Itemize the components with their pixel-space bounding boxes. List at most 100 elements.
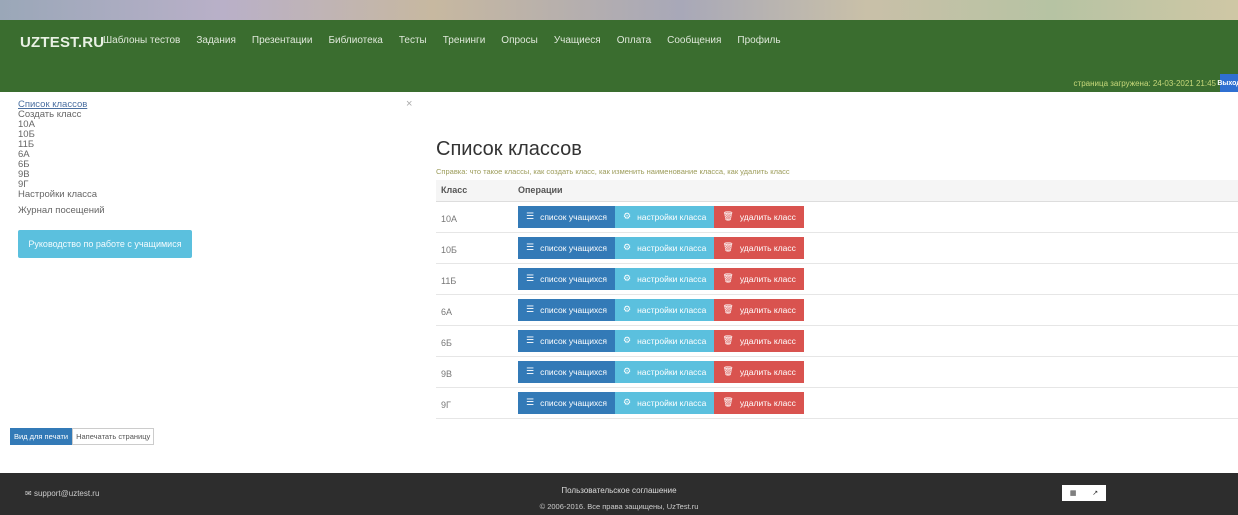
classes-table: Класс Операции 10А ☰ список учащихся ⚙ настр…	[436, 180, 1238, 419]
list-icon: ☰	[526, 366, 535, 376]
class-settings-button[interactable]: ⚙ настройки класса	[615, 236, 715, 259]
sidebar-item[interactable]: 10Б	[18, 130, 408, 140]
browser-bookmarks-strip	[0, 0, 1238, 20]
trash-icon: 🗑	[722, 304, 734, 314]
table-row: 6А ☰ список учащихся ⚙ настройки класса 🗑 удал…	[436, 294, 1238, 326]
class-settings-button[interactable]: ⚙ настройки класса	[615, 391, 715, 414]
nav-item[interactable]: Шаблоны тестов	[103, 35, 180, 46]
operations-cell: ☰ список учащихся ⚙ настройки класса 🗑 удалит…	[518, 356, 1238, 388]
class-name-cell: 10А	[436, 201, 518, 233]
sidebar-item[interactable]: 6А	[18, 150, 408, 160]
nav-item[interactable]: Оплата	[617, 35, 651, 46]
button-label: удалить класс	[739, 397, 796, 408]
nav-item[interactable]: Библиотека	[328, 35, 382, 46]
students-list-button[interactable]: ☰ список учащихся	[518, 360, 615, 383]
nav-item[interactable]: Профиль	[737, 35, 780, 46]
class-name-cell: 9В	[436, 356, 518, 388]
sidebar-item[interactable]: 10А	[18, 120, 408, 130]
nav-menu: Шаблоны тестов Задания Презентации Библиоте…	[103, 35, 797, 46]
page-loaded-time: страница загружена: 24-03-2021 21:45	[1073, 79, 1216, 88]
footer-copyright: © 2006-2016. Все права защищены, UzTest.…	[539, 502, 699, 511]
students-list-button[interactable]: ☰ список учащихся	[518, 236, 615, 259]
trash-icon: 🗑	[722, 273, 734, 283]
print-view-button[interactable]: Вид для печати	[10, 428, 73, 445]
class-settings-button[interactable]: ⚙ настройки класса	[615, 298, 715, 321]
list-icon: ☰	[526, 273, 535, 283]
delete-class-button[interactable]: 🗑 удалить класс	[714, 360, 804, 383]
list-icon: ☰	[526, 304, 535, 314]
students-list-button[interactable]: ☰ список учащихся	[518, 329, 615, 352]
trash-icon: 🗑	[722, 366, 734, 376]
main-content: Список классов Справка: что такое классы…	[436, 110, 1238, 419]
gear-icon: ⚙	[623, 366, 632, 376]
button-label: настройки класса	[637, 366, 707, 377]
nav-item[interactable]: Тесты	[399, 35, 427, 46]
list-icon: ☰	[526, 242, 535, 252]
students-list-button[interactable]: ☰ список учащихся	[518, 298, 615, 321]
guide-button[interactable]: Руководство по работе с учащимися	[18, 230, 192, 258]
table-header-row: Класс Операции	[436, 180, 1238, 202]
class-settings-button[interactable]: ⚙ настройки класса	[615, 205, 715, 228]
operations-cell: ☰ список учащихся ⚙ настройки класса 🗑 удалит…	[518, 232, 1238, 264]
delete-class-button[interactable]: 🗑 удалить класс	[714, 267, 804, 290]
button-label: настройки класса	[637, 273, 707, 284]
nav-item[interactable]: Учащиеся	[554, 35, 601, 46]
column-header-operations: Операции	[518, 180, 1238, 202]
sidebar: × Список классов Создать класс 10А 10Б 11Б 6А…	[18, 98, 412, 258]
delete-class-button[interactable]: 🗑 удалить класс	[714, 298, 804, 321]
class-name-cell: 9Г	[436, 387, 518, 419]
arrow-up-right-icon: ↗	[1092, 490, 1099, 497]
delete-class-button[interactable]: 🗑 удалить класс	[714, 391, 804, 414]
delete-class-button[interactable]: 🗑 удалить класс	[714, 236, 804, 259]
gear-icon: ⚙	[623, 211, 632, 221]
button-label: удалить класс	[739, 211, 796, 222]
operations-cell: ☰ список учащихся ⚙ настройки класса 🗑 удалит…	[518, 263, 1238, 295]
print-controls: Вид для печати Напечатать страницу	[10, 428, 155, 445]
close-icon[interactable]: ×	[406, 98, 412, 110]
print-page-button[interactable]: Напечатать страницу	[72, 428, 155, 445]
sidebar-item-journal[interactable]: Журнал посещений	[18, 206, 408, 216]
class-settings-button[interactable]: ⚙ настройки класса	[615, 267, 715, 290]
trash-icon: 🗑	[722, 335, 734, 345]
sidebar-item[interactable]: Настройки класса	[18, 190, 408, 200]
button-label: список учащихся	[540, 366, 607, 377]
table-row: 10Б ☰ список учащихся ⚙ настройки класса 🗑 уда…	[436, 232, 1238, 264]
trash-icon: 🗑	[722, 211, 734, 221]
class-name-cell: 6Б	[436, 325, 518, 357]
operations-cell: ☰ список учащихся ⚙ настройки класса 🗑 удалит…	[518, 387, 1238, 419]
nav-item[interactable]: Тренинги	[443, 35, 486, 46]
students-list-button[interactable]: ☰ список учащихся	[518, 267, 615, 290]
gear-icon: ⚙	[623, 397, 632, 407]
students-list-button[interactable]: ☰ список учащихся	[518, 391, 615, 414]
button-label: список учащихся	[540, 211, 607, 222]
operations-cell: ☰ список учащихся ⚙ настройки класса 🗑 удалит…	[518, 294, 1238, 326]
footer-agreement-link[interactable]: Пользовательское соглашение	[0, 486, 1238, 495]
delete-class-button[interactable]: 🗑 удалить класс	[714, 329, 804, 352]
class-settings-button[interactable]: ⚙ настройки класса	[615, 360, 715, 383]
nav-item[interactable]: Задания	[196, 35, 236, 46]
button-label: настройки класса	[637, 304, 707, 315]
sidebar-item[interactable]: Создать класс	[18, 110, 408, 120]
nav-item[interactable]: Сообщения	[667, 35, 721, 46]
button-label: удалить класс	[739, 304, 796, 315]
sidebar-item[interactable]: 11Б	[18, 140, 408, 150]
delete-class-button[interactable]: 🗑 удалить класс	[714, 205, 804, 228]
help-link[interactable]: Справка: что такое классы, как создать к…	[436, 167, 1238, 176]
students-list-button[interactable]: ☰ список учащихся	[518, 205, 615, 228]
nav-item[interactable]: Опросы	[501, 35, 538, 46]
list-icon: ☰	[526, 211, 535, 221]
nav-item[interactable]: Презентации	[252, 35, 313, 46]
top-navbar: UZTEST.RU Шаблоны тестов Задания Презентац…	[0, 20, 1238, 92]
button-label: список учащихся	[540, 397, 607, 408]
logout-button[interactable]: Выход	[1217, 74, 1238, 92]
sidebar-item[interactable]: 6Б	[18, 160, 408, 170]
counter-grid-icon: ▦	[1069, 490, 1077, 497]
brand-logo[interactable]: UZTEST.RU	[20, 34, 104, 51]
operations-cell: ☰ список учащихся ⚙ настройки класса 🗑 удалит…	[518, 201, 1238, 233]
list-icon: ☰	[526, 397, 535, 407]
table-row: 9В ☰ список учащихся ⚙ настройки класса 🗑 удал…	[436, 356, 1238, 388]
class-settings-button[interactable]: ⚙ настройки класса	[615, 329, 715, 352]
class-name-cell: 10Б	[436, 232, 518, 264]
table-row: 11Б ☰ список учащихся ⚙ настройки класса 🗑 уда…	[436, 263, 1238, 295]
sidebar-item[interactable]: 9В	[18, 170, 408, 180]
